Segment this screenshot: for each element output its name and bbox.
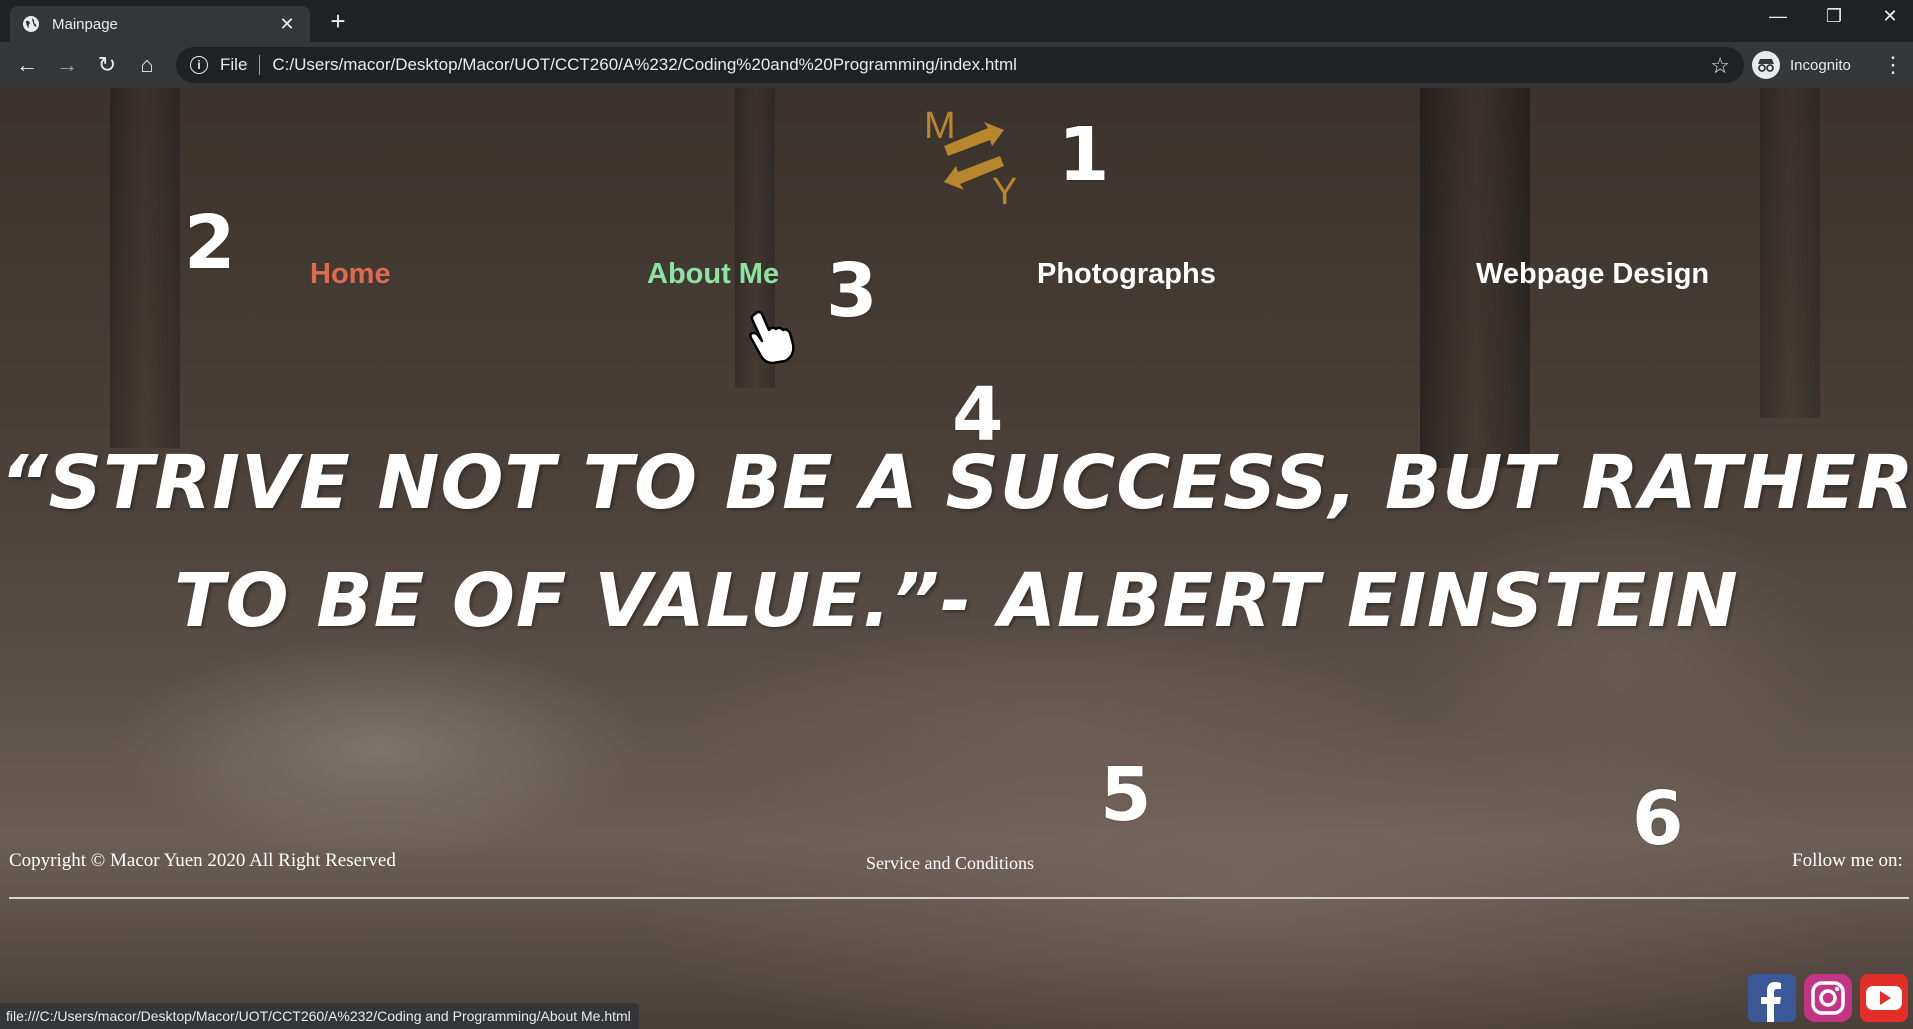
logo-letter-m: M: [924, 106, 956, 147]
url-text[interactable]: C:/Users/macor/Desktop/Macor/UOT/CCT260/…: [272, 55, 1017, 75]
window-close-icon[interactable]: ✕: [1872, 6, 1908, 27]
background-tree: [110, 88, 180, 448]
page-viewport: M Y 1 2 3 4 5 6 Home About Me Photograph…: [0, 88, 1913, 1029]
restore-icon[interactable]: ❐: [1816, 6, 1852, 27]
browser-toolbar: ← → ↻ ⌂ i File C:/Users/macor/Desktop/Ma…: [0, 42, 1913, 88]
globe-icon: [23, 16, 39, 32]
nav-link-photographs[interactable]: Photographs: [1037, 258, 1216, 291]
back-icon[interactable]: ←: [12, 50, 42, 80]
follow-label: Follow me on:: [1792, 850, 1903, 871]
browser-tab[interactable]: Mainpage ✕: [10, 6, 310, 42]
incognito-label: Incognito: [1790, 56, 1851, 74]
forward-icon[interactable]: →: [52, 50, 82, 80]
background-tree: [1760, 88, 1820, 418]
bookmark-star-icon[interactable]: ☆: [1710, 53, 1730, 79]
nav-link-about-me[interactable]: About Me: [647, 258, 779, 291]
incognito-indicator[interactable]: Incognito: [1752, 48, 1851, 82]
annotation-number: 3: [826, 248, 878, 334]
annotation-number: 6: [1632, 776, 1684, 862]
new-tab-button[interactable]: +: [326, 8, 350, 34]
tab-title: Mainpage: [52, 15, 118, 33]
tab-strip: Mainpage ✕ + — ❐ ✕: [0, 0, 1913, 42]
annotation-number: 1: [1058, 112, 1110, 198]
nav-link-webpage-design[interactable]: Webpage Design: [1476, 258, 1709, 291]
menu-icon[interactable]: ⋮: [1882, 50, 1904, 80]
service-conditions-link[interactable]: Service and Conditions: [866, 853, 1034, 874]
annotation-number: 5: [1100, 752, 1152, 838]
omnibox-file-label: File: [220, 55, 248, 74]
copyright-text: Copyright © Macor Yuen 2020 All Right Re…: [9, 850, 396, 871]
home-icon[interactable]: ⌂: [132, 50, 162, 80]
info-icon[interactable]: i: [190, 56, 208, 74]
logo-letter-y: Y: [992, 171, 1017, 206]
pointer-hand-icon: [749, 310, 795, 364]
quote-line-1: “Strive not to be a success, but rather: [0, 440, 1913, 526]
status-bar-url: file:///C:/Users/macor/Desktop/Macor/UOT…: [0, 1003, 639, 1029]
incognito-icon: [1752, 51, 1780, 79]
footer-divider: [9, 897, 1909, 899]
nav-link-home[interactable]: Home: [310, 258, 391, 291]
minimize-icon[interactable]: —: [1760, 6, 1796, 27]
omnibox-separator: [259, 55, 261, 75]
address-bar[interactable]: i File C:/Users/macor/Desktop/Macor/UOT/…: [176, 47, 1744, 83]
youtube-icon[interactable]: [1860, 974, 1908, 1022]
tab-close-icon[interactable]: ✕: [276, 15, 298, 33]
quote-line-2: to be of value.”- Albert Einstein: [174, 558, 1739, 644]
reload-icon[interactable]: ↻: [92, 50, 122, 80]
facebook-icon[interactable]: [1748, 974, 1796, 1022]
annotation-number: 2: [184, 200, 236, 286]
site-logo[interactable]: M Y: [922, 106, 1026, 206]
instagram-icon[interactable]: [1804, 974, 1852, 1022]
